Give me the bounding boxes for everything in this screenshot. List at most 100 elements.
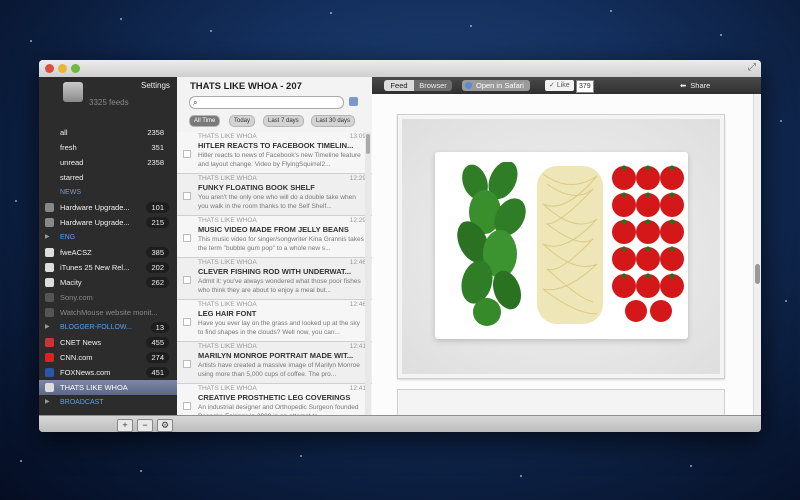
sidebar-item[interactable]: WatchMouse website monit...	[39, 305, 177, 320]
star	[520, 475, 522, 477]
cnn-icon	[45, 353, 54, 362]
read-checkbox[interactable]	[183, 360, 191, 368]
viewer-scrollbar[interactable]	[753, 94, 761, 415]
sidebar-item[interactable]: Sony.com	[39, 290, 177, 305]
sidebar-item-label: Macity	[60, 278, 82, 287]
viewer-scroll-thumb[interactable]	[755, 264, 760, 284]
article-content	[372, 94, 752, 415]
safari-icon	[465, 82, 472, 89]
sidebar-group-header[interactable]: ▶ ENG	[39, 230, 177, 245]
unread-count-badge: 385	[146, 247, 169, 258]
sidebar-item-label: BLOGGER-FOLLOW...	[60, 324, 132, 331]
articles: THATS LIKE WHOA 13:09 HITLER REACTS TO FAC…	[177, 132, 372, 415]
article-source: THATS LIKE WHOA	[198, 133, 257, 140]
sidebar-item[interactable]: Hardware Upgrade... 215	[39, 215, 177, 230]
unread-count-badge: 101	[146, 202, 169, 213]
sidebar-item[interactable]: fweACSZ 385	[39, 245, 177, 260]
list-scrollbar[interactable]	[365, 132, 371, 415]
like-button[interactable]: ✓ Like	[545, 80, 574, 91]
star	[720, 34, 722, 36]
sidebar: Settings 3325 feeds all 2358 fresh 351 unrea…	[39, 77, 177, 415]
star	[30, 40, 32, 42]
mark-read-icon[interactable]	[349, 97, 358, 106]
read-checkbox[interactable]	[183, 402, 191, 410]
search-input[interactable]: ⌕	[189, 96, 344, 109]
sidebar-item[interactable]: iTunes 25 New Rel... 202	[39, 260, 177, 275]
read-checkbox[interactable]	[183, 150, 191, 158]
sidebar-group-header[interactable]: NEWS	[39, 185, 177, 200]
fullscreen-icon[interactable]: ⤢	[748, 62, 756, 73]
minimize-button[interactable]	[58, 64, 67, 73]
sidebar-item-label: ENG	[60, 234, 76, 241]
article-row[interactable]: THATS LIKE WHOA 12:46 CLEVER FISHING ROD W…	[177, 258, 372, 300]
feed-mode-button[interactable]: Feed	[384, 80, 414, 91]
article-time: 12:29	[349, 217, 366, 224]
disclosure-triangle-icon[interactable]: ▶	[45, 320, 50, 335]
sidebar-item-label: Hardware Upgrade...	[60, 203, 130, 212]
sidebar-item[interactable]: THATS LIKE WHOA	[39, 380, 177, 395]
sidebar-item-label: fweACSZ	[60, 248, 92, 257]
avatar[interactable]	[63, 82, 83, 102]
star	[300, 455, 302, 457]
plate	[435, 152, 688, 339]
add-feed-button[interactable]: +	[117, 419, 133, 432]
sidebar-item-label: WatchMouse website monit...	[60, 308, 158, 317]
gear-icon[interactable]: ⚙	[157, 419, 173, 432]
sidebar-item[interactable]: Macity 262	[39, 275, 177, 290]
zoom-button[interactable]	[71, 64, 80, 73]
read-checkbox[interactable]	[183, 276, 191, 284]
unread-count-badge: 455	[146, 337, 169, 348]
apple-icon	[45, 278, 54, 287]
settings-button[interactable]: Settings	[141, 81, 170, 90]
remove-feed-button[interactable]: −	[137, 419, 153, 432]
feeds-count: 3325 feeds	[89, 98, 129, 107]
sidebar-item[interactable]: starred	[39, 170, 177, 185]
sidebar-item-label: FOXNews.com	[60, 368, 111, 377]
article-source: THATS LIKE WHOA	[198, 259, 257, 266]
article-row[interactable]: THATS LIKE WHOA 12:29 MUSIC VIDEO MADE FRO…	[177, 216, 372, 258]
itunes-icon	[45, 263, 54, 272]
filter-all-time[interactable]: All Time	[189, 115, 221, 127]
article-row[interactable]: THATS LIKE WHOA 13:09 HITLER REACTS TO FAC…	[177, 132, 372, 174]
like-label: Like	[556, 82, 570, 89]
sidebar-item[interactable]: CNET News 455	[39, 335, 177, 350]
sidebar-item[interactable]: unread 2358	[39, 155, 177, 170]
filter-last-7-days[interactable]: Last 7 days	[263, 115, 304, 127]
unread-count-badge: 451	[146, 367, 169, 378]
feed-list: all 2358 fresh 351 unread 2358 starred NEWS Hard…	[39, 125, 177, 410]
share-button[interactable]: ⬅ Share	[680, 81, 710, 90]
sidebar-item-label: starred	[60, 173, 84, 182]
article-row[interactable]: THATS LIKE WHOA 12:41 MARILYN MONROE PORTR…	[177, 342, 372, 384]
filter-last-30-days[interactable]: Last 30 days	[311, 115, 356, 127]
article-time: 12:41	[349, 385, 366, 392]
list-scroll-thumb[interactable]	[366, 134, 370, 154]
read-checkbox[interactable]	[183, 318, 191, 326]
read-checkbox[interactable]	[183, 192, 191, 200]
disclosure-triangle-icon[interactable]: ▶	[45, 230, 50, 245]
article-snippet: Artists have created a massive image of …	[198, 362, 360, 378]
filter-today[interactable]: Today	[229, 115, 256, 127]
sidebar-group-header[interactable]: ▶ BROADCAST	[39, 395, 177, 410]
sidebar-group-header[interactable]: ▶ BLOGGER-FOLLOW... 13	[39, 320, 177, 335]
search-icon: ⌕	[193, 98, 198, 107]
unread-count-badge: 202	[146, 262, 169, 273]
close-button[interactable]	[45, 64, 54, 73]
apple-icon	[45, 248, 54, 257]
article-time: 13:09	[349, 133, 366, 140]
browser-mode-button[interactable]: Browser	[414, 80, 452, 91]
disclosure-triangle-icon[interactable]: ▶	[45, 395, 50, 410]
read-checkbox[interactable]	[183, 234, 191, 242]
star	[20, 460, 22, 462]
open-in-safari-button[interactable]: Open in Safari	[462, 80, 530, 91]
article-row[interactable]: THATS LIKE WHOA 12:29 FUNKY FLOATING BOOK …	[177, 174, 372, 216]
app-window: ⤢ Settings 3325 feeds all 2358 fresh 351 unr…	[39, 60, 761, 432]
sidebar-item[interactable]: Hardware Upgrade... 101	[39, 200, 177, 215]
sidebar-item[interactable]: CNN.com 274	[39, 350, 177, 365]
whoa-icon	[45, 383, 54, 392]
article-row[interactable]: THATS LIKE WHOA 12:46 LEG HAIR FONT Have yo…	[177, 300, 372, 342]
article-title: MUSIC VIDEO MADE FROM JELLY BEANS	[198, 225, 349, 234]
sidebar-item[interactable]: all 2358	[39, 125, 177, 140]
sidebar-item[interactable]: FOXNews.com 451	[39, 365, 177, 380]
sidebar-item[interactable]: fresh 351	[39, 140, 177, 155]
article-row[interactable]: THATS LIKE WHOA 12:41 CREATIVE PROSTHETIC …	[177, 384, 372, 415]
